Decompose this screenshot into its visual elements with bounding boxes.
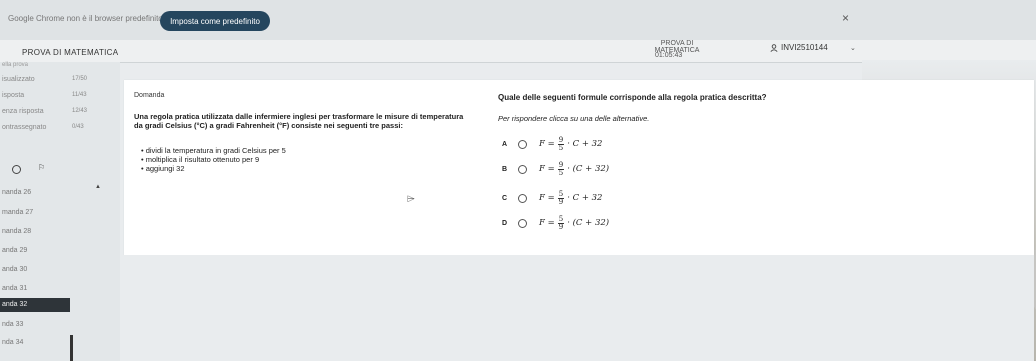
option-letter: C <box>502 194 508 202</box>
question-text-line2: da gradi Celsius (°C) a gradi Fahrenheit… <box>134 121 403 130</box>
close-icon[interactable]: × <box>842 11 849 25</box>
option-letter: D <box>502 219 508 227</box>
nav-question-32[interactable]: anda 32 <box>0 298 70 312</box>
scroll-up-icon[interactable]: ▲ <box>95 184 101 190</box>
exam-title: PROVA DI MATEMATICA <box>22 48 119 57</box>
nav-question-30[interactable]: anda 30 <box>0 263 70 277</box>
nav-question-26[interactable]: nanda 26 <box>0 186 70 200</box>
option-radio[interactable] <box>518 139 527 149</box>
stat-answered: isposta 11/43 <box>2 92 87 99</box>
nav-question-29[interactable]: anda 29 <box>0 244 70 258</box>
option-formula: F = 95 · (C + 32) <box>539 160 610 177</box>
fraction: 59 <box>557 214 565 231</box>
notification-text: Google Chrome non è il browser predefini… <box>8 14 163 23</box>
option-radio[interactable] <box>518 164 527 174</box>
sidebar-scrollbar[interactable] <box>70 335 73 361</box>
option-radio[interactable] <box>518 193 527 203</box>
option-formula: F = 95 · C + 32 <box>539 135 603 152</box>
option-b[interactable]: B F = 95 · (C + 32) <box>502 158 609 180</box>
stat-unanswered: enza risposta 12/43 <box>2 108 88 115</box>
mouse-cursor-icon: ⌲ <box>407 194 415 205</box>
timer: 01:05:43 <box>655 52 683 59</box>
nav-question-27[interactable]: manda 27 <box>0 206 70 220</box>
nav-question-31[interactable]: anda 31 <box>0 282 70 296</box>
option-d[interactable]: D F = 59 · (C + 32) <box>502 212 609 234</box>
question-text-line1: Una regola pratica utilizzata dalle infe… <box>134 112 464 121</box>
option-formula: F = 59 · (C + 32) <box>539 214 610 231</box>
step-item: aggiungi 32 <box>141 164 286 173</box>
panel-footer-area <box>124 255 1034 361</box>
option-letter: B <box>502 165 508 173</box>
question-label: Domanda <box>134 92 165 99</box>
user-id: INVI2510144 <box>781 43 828 52</box>
nav-question-28[interactable]: nanda 28 <box>0 225 70 239</box>
stat-viewed: isualizzato 17/50 <box>2 76 88 83</box>
nav-question-33[interactable]: nda 33 <box>0 318 70 332</box>
nav-question-34[interactable]: nda 34 <box>0 336 70 350</box>
fraction: 95 <box>557 160 565 177</box>
question-prompt: Quale delle seguenti formule corrisponde… <box>498 93 767 102</box>
user-icon <box>770 43 778 52</box>
stat-flagged: ontrassegnato 0/43 <box>2 124 84 131</box>
option-a[interactable]: A F = 95 · C + 32 <box>502 133 602 155</box>
option-c[interactable]: C F = 59 · C + 32 <box>502 187 602 209</box>
option-formula: F = 59 · C + 32 <box>539 189 603 206</box>
sidebar-title: ella prova <box>2 62 29 68</box>
filter-radio[interactable] <box>12 165 21 174</box>
option-radio[interactable] <box>518 218 527 228</box>
step-item: moltiplica il risultato ottenuto per 9 <box>141 155 286 164</box>
set-default-button[interactable]: Imposta come predefinito <box>160 11 270 31</box>
fraction: 95 <box>557 135 565 152</box>
flag-icon[interactable]: ⚐ <box>38 163 45 172</box>
chevron-down-icon[interactable]: ⌄ <box>850 44 856 52</box>
step-item: dividi la temperatura in gradi Celsius p… <box>141 146 286 155</box>
user-menu[interactable]: INVI2510144 <box>770 43 828 52</box>
steps-list: dividi la temperatura in gradi Celsius p… <box>141 146 286 173</box>
answer-instruction: Per rispondere clicca su una delle alter… <box>498 114 650 123</box>
option-letter: A <box>502 140 508 148</box>
fraction: 59 <box>557 189 565 206</box>
